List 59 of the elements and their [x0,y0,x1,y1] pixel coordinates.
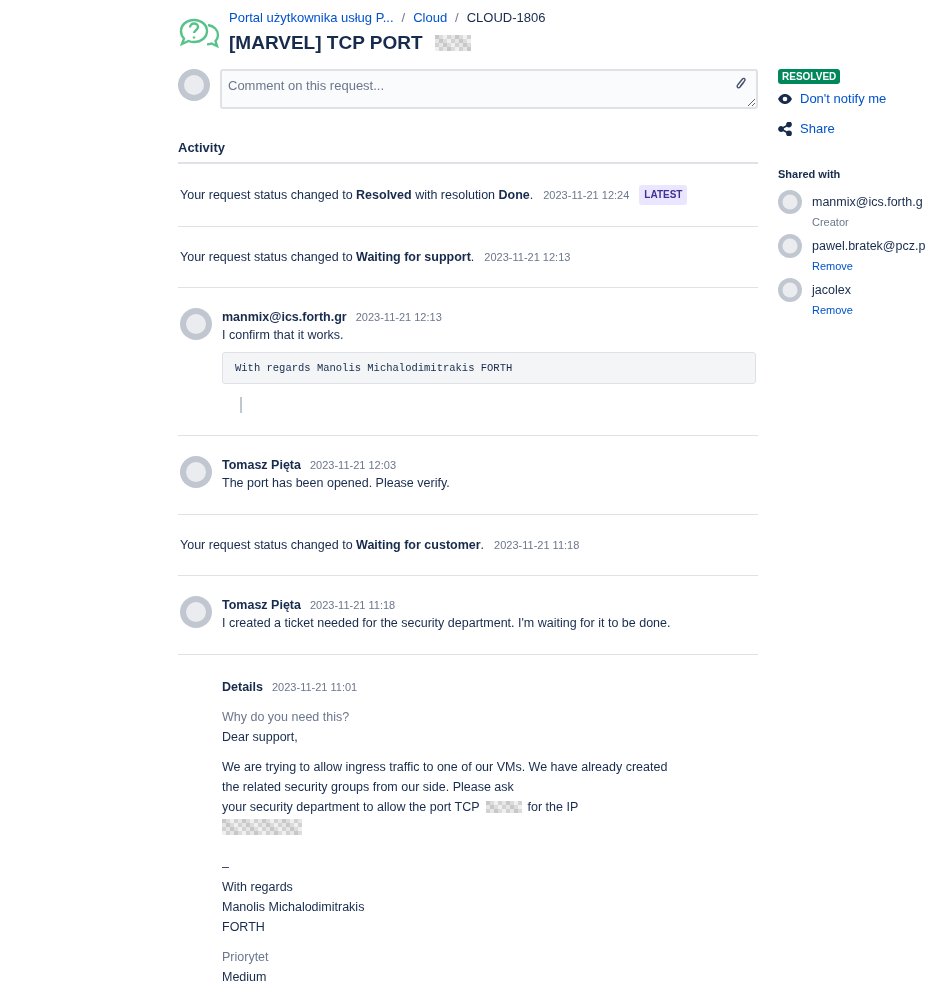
comment-text: I confirm that it works. [222,327,344,344]
avatar-icon [180,308,212,340]
status-change-text: Your request status changed to Waiting for customer. [180,537,485,554]
field-value: Medium [222,969,268,986]
activity-heading: Activity [178,140,758,164]
request-title: [MARVEL] TCP PORT [229,31,423,55]
person-name: pawel.bratek@pcz.p [812,238,926,255]
field-value: – [222,859,230,876]
comment-author: Tomasz Pięta [222,597,301,614]
timestamp: 2023-11-21 11:18 [309,598,396,613]
avatar-icon [778,234,802,258]
help-chat-icon [178,16,222,49]
timestamp: 2023-11-21 12:13 [484,250,571,265]
notify-button[interactable]: Don't notify me [778,90,887,108]
person-name: manmix@ics.forth.g [812,194,923,211]
details-heading: Details [222,679,263,696]
comment-text: The port has been opened. Please verify. [222,475,450,492]
comment-field[interactable]: Comment on this request... [220,69,758,109]
person-role: Creator [812,215,850,230]
latest-badge: LATEST [639,185,688,205]
code-block: With regards Manolis Michalodimitrakis FORTH [222,352,756,384]
share-icon [778,122,792,136]
timestamp: 2023-11-21 12:03 [309,458,396,473]
remove-link[interactable]: Remove [812,302,853,318]
breadcrumb-link[interactable]: Portal użytkownika usług P... [229,9,394,27]
avatar-icon [178,69,210,101]
comment-text: I created a ticket needed for the security department. I'm waiting for it to be done. [222,615,671,632]
field-label: Priorytet [222,949,270,966]
comment-author: manmix@ics.forth.gr [222,309,347,326]
avatar-icon [180,596,212,628]
breadcrumb-separator: / [401,9,406,27]
field-value: Manolis Michalodimitrakis [222,899,366,916]
share-button[interactable]: Share [778,120,835,138]
comment-author: Tomasz Pięta [222,457,301,474]
avatar-icon [180,456,212,488]
timestamp: 2023-11-21 11:18 [494,538,580,553]
eye-icon [778,94,792,104]
timestamp: 2023-11-21 12:13 [355,310,442,325]
issue-key: CLOUD-1806 [466,9,546,27]
redacted-block [485,801,522,813]
field-label: Why do you need this? [222,709,351,726]
remove-link[interactable]: Remove [812,258,926,274]
status-change-text: Your request status changed to Resolved with resolution Done. [180,187,534,204]
breadcrumb-separator: / [455,9,459,27]
status-badge: RESOLVED [778,69,841,84]
timestamp: 2023-11-21 11:01 [272,680,358,695]
person-name: jacolex [812,282,852,299]
field-value: With regards [222,879,294,896]
shared-with-heading: Shared with [778,168,841,180]
avatar-icon [778,190,802,214]
breadcrumb-link[interactable]: Cloud [413,9,448,27]
paragraph-text: for the IP [527,799,579,816]
paragraph-text: your security department to allow the port TCP [222,799,480,816]
field-value: FORTH [222,919,266,936]
status-change-text: Your request status changed to Waiting for support. [180,249,475,266]
timestamp: 2023-11-21 12:24 [543,188,630,203]
field-value: Dear support, [222,729,299,746]
avatar-icon [778,278,802,302]
paperclip-icon[interactable] [736,77,746,91]
